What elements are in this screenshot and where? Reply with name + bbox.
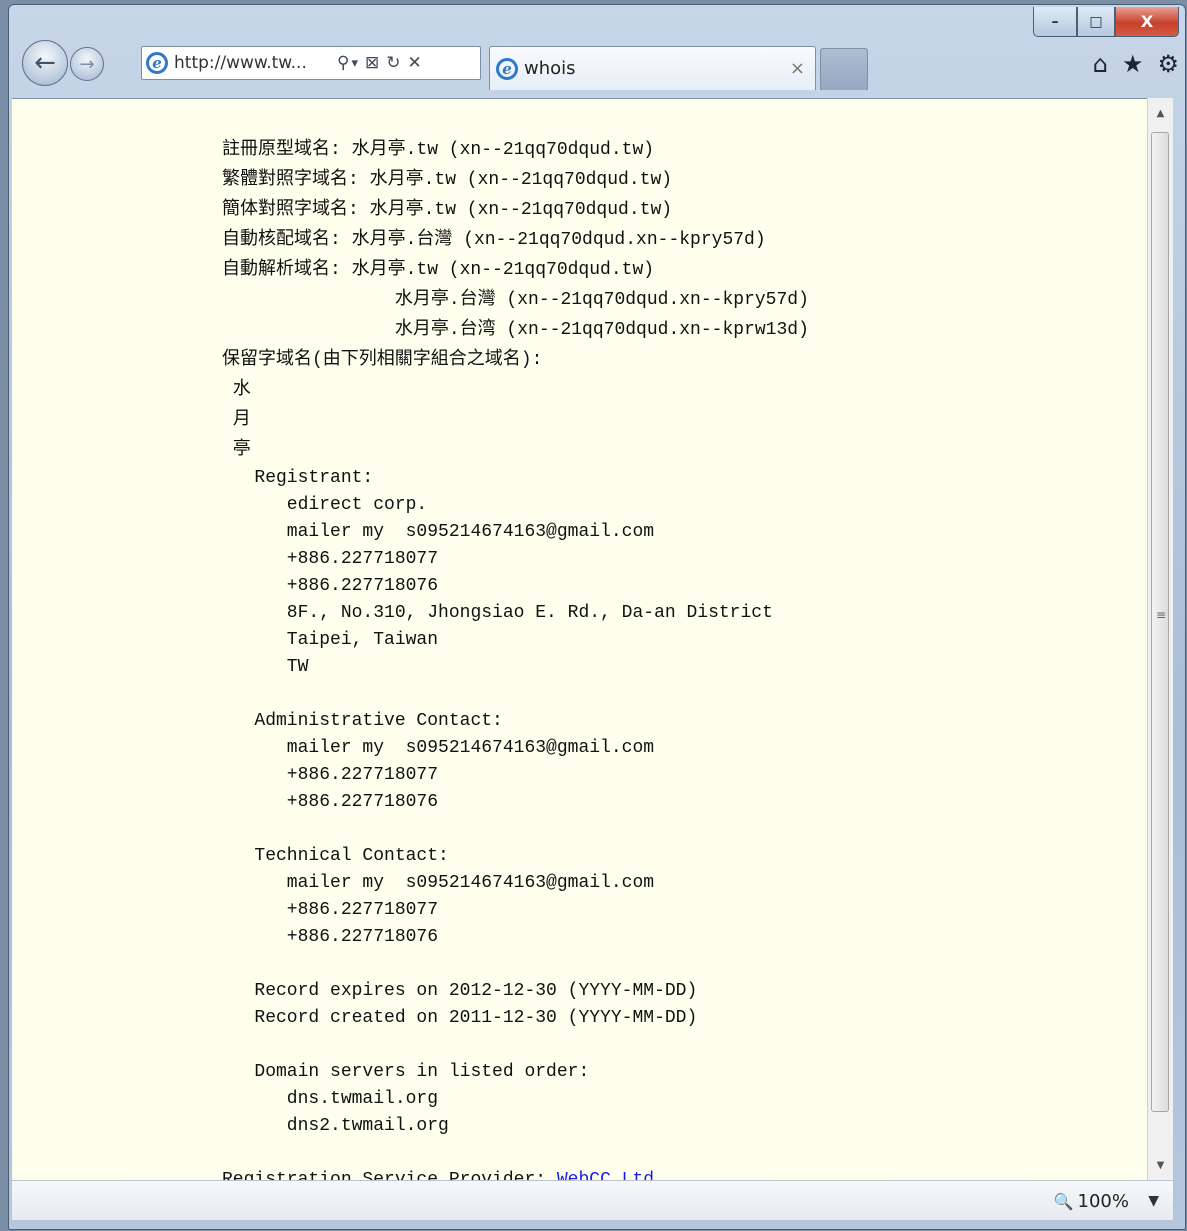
compat-view-icon[interactable]: ⊠	[365, 53, 379, 73]
scroll-down-arrow-icon[interactable]: ▼	[1148, 1154, 1173, 1176]
maximize-button[interactable]: □	[1077, 7, 1115, 37]
registrant-block: edirect corp. mailer my s095214674163@gm…	[222, 492, 809, 681]
dns-block: dns.twmail.org dns2.twmail.org	[222, 1086, 809, 1140]
refresh-icon[interactable]: ↻	[386, 53, 400, 73]
registrant-header: Registrant:	[222, 468, 374, 488]
command-icons: ⌂ ★ ⚙	[1093, 50, 1179, 78]
tab-title: whois	[524, 58, 576, 79]
navigation-bar: ← → e http://www.tw... ⚲ ▾ ⊠ ↻ ✕ e whois…	[10, 40, 1179, 100]
dns-header: Domain servers in listed order:	[222, 1062, 590, 1082]
zoom-level: 100%	[1077, 1191, 1129, 1212]
forward-button[interactable]: →	[70, 47, 104, 81]
registrant-line: mailer my s095214674163@gmail.com	[222, 522, 655, 542]
address-bar[interactable]: e http://www.tw... ⚲ ▾ ⊠ ↻ ✕	[141, 46, 481, 80]
admin-contact-block: mailer my s095214674163@gmail.com +886.2…	[222, 735, 809, 816]
domain-info-line: 月	[222, 410, 251, 430]
vertical-scrollbar[interactable]: ▲ ≡ ▼	[1147, 98, 1173, 1180]
zoom-dropdown-icon[interactable]: ▼	[1148, 1193, 1159, 1209]
zoom-control[interactable]: 🔍 100%	[1054, 1191, 1129, 1212]
domain-info-block: 註冊原型域名: 水月亭.tw (xn--21qq70dqud.tw) 繁體對照字域…	[222, 135, 809, 465]
domain-info-line: 自動核配域名: 水月亭.台灣 (xn--21qq70dqud.xn--kpry5…	[222, 230, 766, 250]
status-bar: 🔍 100% ▼	[12, 1180, 1173, 1220]
page-viewport: 註冊原型域名: 水月亭.tw (xn--21qq70dqud.tw) 繁體對照字域…	[12, 98, 1147, 1181]
home-icon[interactable]: ⌂	[1093, 50, 1108, 78]
favorites-star-icon[interactable]: ★	[1122, 50, 1144, 78]
tech-contact-line: +886.227718076	[222, 927, 439, 947]
ie-tab-icon: e	[496, 57, 518, 80]
zoom-icon: 🔍	[1053, 1192, 1074, 1211]
admin-contact-line: mailer my s095214674163@gmail.com	[222, 738, 655, 758]
tab-whois[interactable]: e whois ×	[489, 46, 816, 90]
back-arrow-icon: ←	[34, 48, 56, 78]
window-controls: – □ X	[1033, 7, 1179, 37]
registrant-line: Taipei, Taiwan	[222, 630, 439, 650]
registrant-line: TW	[222, 657, 309, 677]
tech-contact-line: +886.227718077	[222, 900, 439, 920]
tech-contact-block: mailer my s095214674163@gmail.com +886.2…	[222, 870, 809, 951]
tech-contact-header: Technical Contact:	[222, 846, 449, 866]
provider-line: Registration Service Provider: WebCC Ltd…	[222, 1167, 809, 1181]
url-text[interactable]: http://www.tw...	[174, 53, 330, 73]
domain-info-line: 繁體對照字域名: 水月亭.tw (xn--21qq70dqud.tw)	[222, 170, 673, 190]
registrant-line: edirect corp.	[222, 495, 428, 515]
domain-info-line: 水月亭.台灣 (xn--21qq70dqud.xn--kpry57d)	[222, 290, 809, 310]
domain-info-line: 簡体對照字域名: 水月亭.tw (xn--21qq70dqud.tw)	[222, 200, 673, 220]
admin-contact-header: Administrative Contact:	[222, 711, 503, 731]
ie-page-icon: e	[146, 52, 168, 74]
domain-info-line: 亭	[222, 440, 251, 460]
registrant-line: +886.227718077	[222, 549, 439, 569]
tools-gear-icon[interactable]: ⚙	[1157, 50, 1179, 78]
domain-info-line: 自動解析域名: 水月亭.tw (xn--21qq70dqud.tw)	[222, 260, 655, 280]
domain-info-line: 保留字域名(由下列相關字組合之域名):	[222, 350, 543, 370]
close-button[interactable]: X	[1115, 7, 1179, 37]
record-expires: Record expires on 2012-12-30 (YYYY-MM-DD…	[222, 981, 698, 1001]
dns-server-line: dns.twmail.org	[222, 1089, 439, 1109]
scroll-thumb[interactable]: ≡	[1151, 132, 1169, 1112]
admin-contact-line: +886.227718077	[222, 765, 439, 785]
registrant-line: 8F., No.310, Jhongsiao E. Rd., Da-an Dis…	[222, 603, 773, 623]
domain-info-line: 水	[222, 380, 251, 400]
admin-contact-line: +886.227718076	[222, 792, 439, 812]
record-created: Record created on 2011-12-30 (YYYY-MM-DD…	[222, 1008, 698, 1028]
minimize-button[interactable]: –	[1033, 7, 1077, 37]
search-icon[interactable]: ⚲	[337, 53, 349, 73]
tab-close-icon[interactable]: ×	[790, 58, 805, 79]
whois-record: 註冊原型域名: 水月亭.tw (xn--21qq70dqud.tw) 繁體對照字域…	[222, 135, 809, 1181]
domain-info-line: 水月亭.台湾 (xn--21qq70dqud.xn--kprw13d)	[222, 320, 809, 340]
tech-contact-line: mailer my s095214674163@gmail.com	[222, 873, 655, 893]
registrant-line: +886.227718076	[222, 576, 439, 596]
stop-icon[interactable]: ✕	[407, 53, 421, 73]
grip-icon: ≡	[1156, 608, 1167, 622]
domain-info-line: 註冊原型域名: 水月亭.tw (xn--21qq70dqud.tw)	[222, 140, 655, 160]
dropdown-icon[interactable]: ▾	[351, 56, 358, 71]
back-button[interactable]: ←	[22, 40, 68, 86]
scroll-up-arrow-icon[interactable]: ▲	[1148, 102, 1173, 124]
forward-arrow-icon: →	[79, 53, 95, 75]
new-tab-button[interactable]	[820, 48, 868, 90]
dns-server-line: dns2.twmail.org	[222, 1116, 449, 1136]
